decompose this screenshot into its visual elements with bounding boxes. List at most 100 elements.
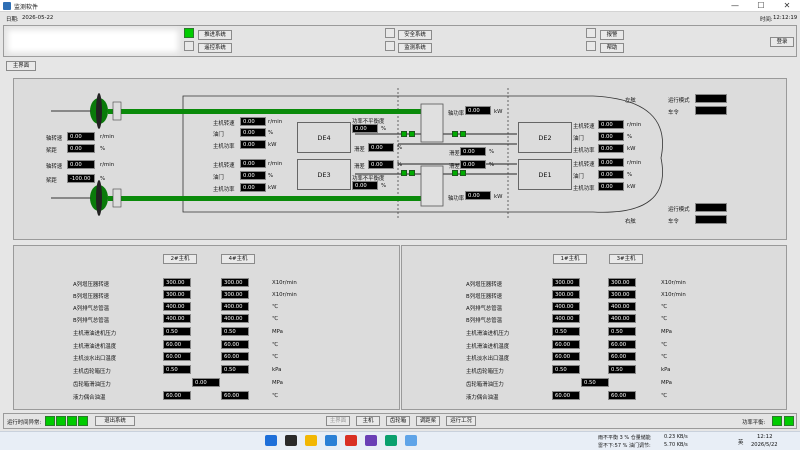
login-button[interactable]: 登录	[770, 37, 794, 47]
engine-4-button[interactable]: 4#主机	[221, 254, 255, 264]
tab-main[interactable]: 主界面	[6, 61, 36, 71]
clutch-indicator-2	[409, 131, 415, 137]
right-pitch: -100.00	[67, 174, 95, 183]
clutch-indicator-8	[460, 170, 466, 176]
engine-2-button[interactable]: 2#主机	[163, 254, 197, 264]
time-label: 时间:	[760, 17, 773, 23]
left-param-a-6: 60.00	[163, 352, 191, 361]
explorer-icon[interactable]	[305, 435, 317, 446]
nav-operating-button[interactable]: 运行工况	[446, 416, 476, 426]
port-telegraph-label: 车令	[668, 110, 679, 116]
de3-imbalance-unit: %	[381, 183, 387, 189]
de2-oil: 0.00	[598, 132, 624, 141]
right-param-b-7: 0.50	[608, 365, 636, 374]
right-param-label-3: B列排气总管温	[466, 318, 503, 324]
nav-engine-button[interactable]: 主机	[356, 416, 380, 426]
app-red-icon[interactable]	[345, 435, 357, 446]
right-param-label-7: 主机齿轮箱压力	[466, 369, 504, 375]
de1-speed-unit: r/min	[627, 160, 642, 166]
runtime-indicator-2	[56, 416, 66, 426]
propulsion-check[interactable]	[184, 28, 194, 38]
left-param-label-3: B列排气总管温	[73, 318, 110, 324]
de4-slip-label: 滑差	[354, 147, 365, 153]
app-purple-icon[interactable]	[365, 435, 377, 446]
left-param-unit-0: X10r/min	[272, 280, 297, 286]
maximize-icon[interactable]: ☐	[748, 0, 774, 12]
help-button[interactable]: 帮助	[600, 43, 624, 53]
de4-oil-unit: %	[268, 130, 274, 136]
right-shaft-speed-unit: r/min	[100, 162, 115, 168]
left-param-b-5: 60.00	[221, 340, 249, 349]
window-title: 监测软件	[14, 4, 39, 11]
engine-3-button[interactable]: 3#主机	[609, 254, 643, 264]
de3-engine-box[interactable]: DE3	[297, 159, 351, 190]
tray-net-2: 5.70 KB/s	[664, 442, 688, 448]
right-param-unit-4: MPa	[661, 329, 672, 335]
port-label: 左舷	[625, 98, 636, 104]
de1-oil: 0.00	[598, 170, 624, 179]
right-param-label-5: 主机滑油进机温度	[466, 344, 510, 350]
alarm-check[interactable]	[586, 28, 596, 38]
right-param-a-4: 0.50	[552, 327, 580, 336]
power-balance-label: 功率平衡:	[742, 420, 766, 426]
app-green-icon[interactable]	[385, 435, 397, 446]
nav-gearbox-button[interactable]: 齿轮箱	[386, 416, 410, 426]
app-icon	[3, 2, 11, 10]
shaft-power-bottom-label: 轴功率	[448, 196, 465, 202]
nav-pitch-button[interactable]: 调距桨	[416, 416, 440, 426]
tray-lang[interactable]: 英	[738, 438, 743, 446]
tray-net-1: 0.23 KB/s	[664, 434, 688, 440]
safety-system-button[interactable]: 安全系统	[398, 30, 432, 40]
exit-system-button[interactable]: 退出系统	[95, 416, 135, 426]
help-check[interactable]	[586, 41, 596, 51]
de4-engine-box[interactable]: DE4	[297, 122, 351, 153]
monitor-system-button[interactable]: 监测系统	[398, 43, 432, 53]
alarm-button[interactable]: 报警	[600, 30, 624, 40]
tray-date[interactable]: 2026/5/22	[751, 442, 778, 448]
start-icon[interactable]	[265, 435, 277, 446]
left-param-unit-9: ℃	[272, 393, 279, 399]
left-param-a-7: 0.50	[163, 365, 191, 374]
monitor-check[interactable]	[385, 41, 395, 51]
left-param-b-4: 0.50	[221, 327, 249, 336]
nav-main-button[interactable]: 主界面	[326, 416, 350, 426]
left-param-label-7: 主机齿轮箱压力	[73, 369, 111, 375]
app-monitor-icon[interactable]	[405, 435, 417, 446]
browser-icon[interactable]	[325, 435, 337, 446]
left-param-unit-1: X10r/min	[272, 292, 297, 298]
propulsion-system-button[interactable]: 推进系统	[198, 30, 232, 40]
remote-system-button[interactable]: 遥控系统	[198, 43, 232, 53]
left-param-a-5: 60.00	[163, 340, 191, 349]
right-shaft-speed-label: 轴转速	[46, 164, 63, 170]
safety-check[interactable]	[385, 28, 395, 38]
tray-weather-2: 雷不下:57 % 油门调节:	[598, 443, 651, 449]
de2-slip-unit: %	[489, 149, 495, 155]
date-value: 2026-05-22	[22, 15, 54, 21]
right-param-a-6: 60.00	[552, 352, 580, 361]
de2-slip-label: 滑差	[449, 151, 460, 157]
left-param-a-3: 400.00	[163, 314, 191, 323]
de4-imbalance-unit: %	[381, 126, 387, 132]
left-pitch-label: 桨距	[46, 148, 57, 154]
shaft-power-bottom-unit: kW	[494, 194, 503, 200]
right-param-a-5: 60.00	[552, 340, 580, 349]
tray-clock[interactable]: 12:12	[757, 434, 773, 440]
de4-speed: 0.00	[240, 117, 266, 126]
date-label: 日期:	[6, 17, 19, 23]
left-param-label-0: A列增压器转速	[73, 282, 110, 288]
search-icon[interactable]	[285, 435, 297, 446]
de1-speed-label: 主机转速	[573, 162, 595, 168]
left-param-label-5: 主机滑油进机温度	[73, 344, 117, 350]
right-param-label-0: A列增压器转速	[466, 282, 503, 288]
de2-engine-box[interactable]: DE2	[518, 122, 572, 153]
engine-1-button[interactable]: 1#主机	[553, 254, 587, 264]
de1-engine-box[interactable]: DE1	[518, 159, 572, 190]
left-param-mid: 0.00	[192, 378, 220, 387]
de4-power-label: 主机功率	[213, 144, 235, 150]
clutch-indicator-3	[452, 131, 458, 137]
remote-check[interactable]	[184, 41, 194, 51]
left-param-b-6: 60.00	[221, 352, 249, 361]
close-icon[interactable]: ✕	[774, 0, 800, 12]
de3-power-label: 主机功率	[213, 187, 235, 193]
minimize-icon[interactable]: —	[722, 0, 748, 12]
